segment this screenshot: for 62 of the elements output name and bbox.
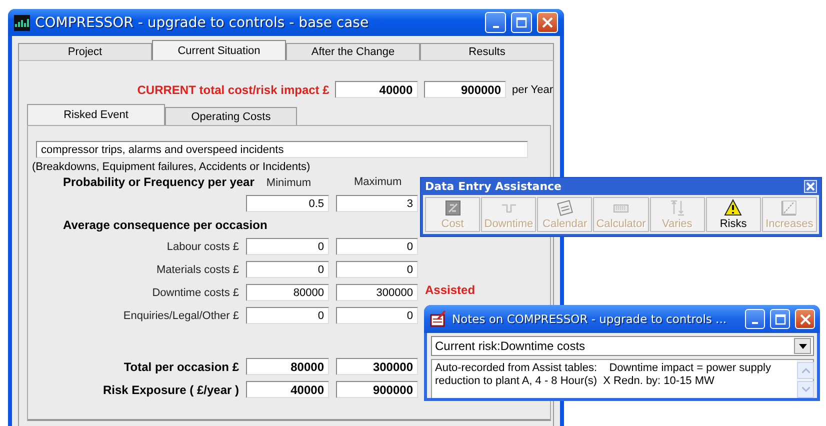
cost-label: Materials costs £ — [155, 264, 239, 276]
maximize-button[interactable] — [511, 12, 532, 33]
tab[interactable]: Results — [420, 43, 554, 60]
minimize-button[interactable] — [745, 309, 765, 329]
column-header: Minimum — [266, 177, 312, 189]
close-icon — [542, 17, 553, 28]
up-down-arrows-icon — [668, 199, 686, 217]
maximize-icon — [516, 17, 527, 28]
minimum-field[interactable]: 0 — [246, 238, 329, 255]
cost-label: Enquiries/Legal/Other £ — [122, 310, 239, 322]
cost-label: Downtime costs £ — [151, 286, 239, 298]
warning-icon — [724, 199, 742, 217]
minimum-total-field[interactable]: 40000 — [335, 81, 418, 98]
caret-icon — [794, 338, 811, 354]
minimum-field[interactable]: 80000 — [246, 358, 329, 375]
maximum-field[interactable]: 300000 — [336, 358, 418, 375]
maximum-total-field[interactable]: 900000 — [424, 81, 506, 98]
minimize-icon — [752, 322, 758, 324]
maximum-field[interactable]: 0 — [336, 307, 418, 324]
minimum-field[interactable]: 0.5 — [246, 195, 329, 212]
tab[interactable]: After the Change — [286, 43, 420, 60]
assisted-note: Assisted — [425, 284, 476, 297]
event-field[interactable]: compressor trips, alarms and overspeed incidents — [36, 141, 528, 158]
window-title: Notes on COMPRESSOR - upgrade to controls ... — [452, 312, 728, 326]
maximum-field[interactable]: 0 — [336, 238, 418, 255]
window-title: Data Entry Assistance — [425, 180, 562, 193]
unit-label: per Year — [512, 84, 553, 96]
window-title: COMPRESSOR - upgrade to controls - base case — [35, 14, 370, 30]
maximize-button[interactable] — [770, 309, 790, 329]
maximum-field[interactable]: 0 — [336, 261, 418, 278]
tab[interactable]: Operating Costs — [165, 107, 297, 125]
line-chart-icon — [780, 199, 798, 217]
tab[interactable]: Risked Event — [27, 104, 165, 125]
tab[interactable]: Current Situation — [152, 40, 286, 60]
minimum-field[interactable]: 40000 — [246, 381, 329, 398]
maximum-field[interactable]: 300000 — [336, 284, 418, 301]
column-header: Maximum — [353, 176, 403, 188]
notepad-icon — [429, 310, 447, 328]
tool-button[interactable]: Risks — [706, 197, 761, 232]
close-button[interactable] — [804, 180, 817, 193]
notepad-icon — [556, 199, 574, 217]
total-impact-label: CURRENT total cost/risk impact £ — [137, 82, 330, 96]
minimize-icon — [492, 26, 498, 28]
maximum-field[interactable]: 3 — [336, 195, 418, 212]
total-label: Total per occasion £ — [122, 360, 239, 374]
close-icon — [806, 182, 815, 191]
cost-label: Labour costs £ — [166, 240, 239, 252]
risk-dropdown[interactable]: Current risk:Downtime costs — [431, 336, 814, 356]
minimum-field[interactable]: 0 — [246, 261, 329, 278]
close-icon — [800, 314, 810, 324]
maximum-field[interactable]: 900000 — [336, 381, 418, 398]
app-icon — [14, 14, 30, 30]
minimum-field[interactable]: 0 — [246, 307, 329, 324]
event-hint: (Breakdowns, Equipment failures, Accidents or Incidents) — [32, 161, 312, 173]
maximize-icon — [774, 314, 786, 324]
probability-label: Probability or Frequency per year — [63, 175, 254, 189]
consequence-heading: Average consequence per occasion — [63, 218, 268, 232]
minimize-button[interactable] — [485, 12, 506, 33]
minimum-field[interactable]: 80000 — [246, 284, 329, 301]
tab[interactable]: Project — [18, 43, 152, 60]
cost-icon — [444, 199, 462, 217]
total-label: Risk Exposure ( £/year ) — [102, 382, 239, 396]
